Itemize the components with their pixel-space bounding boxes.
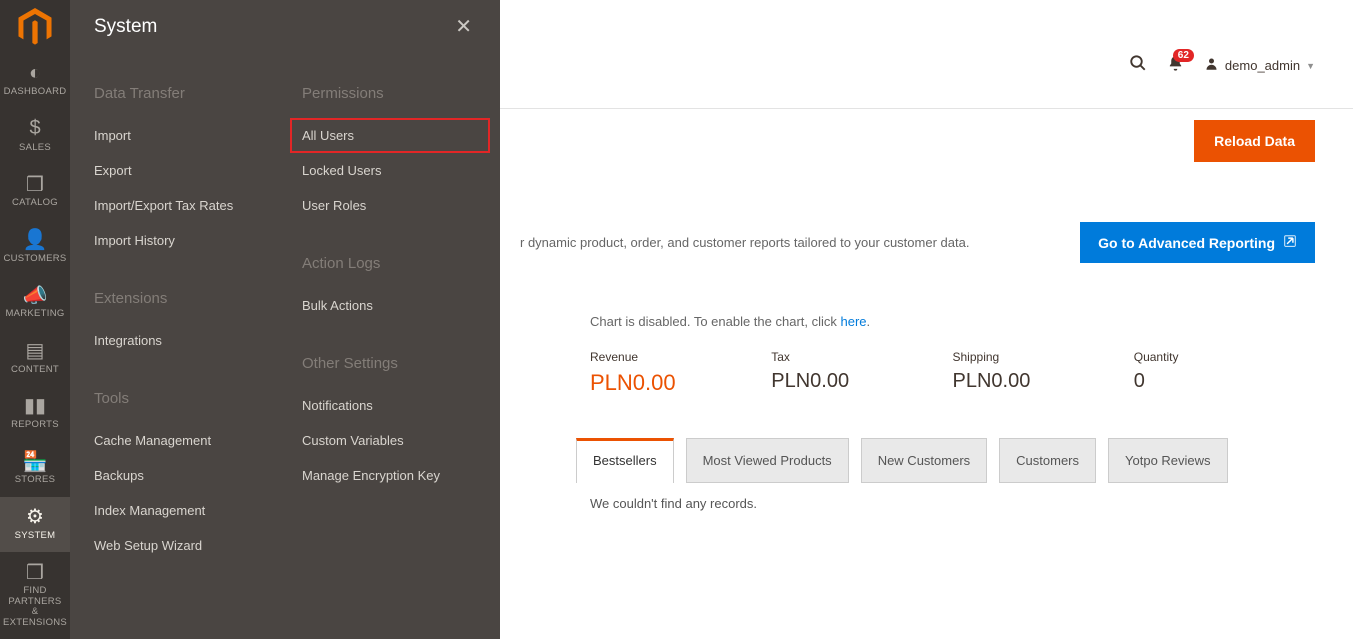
kpi-shipping: Shipping PLN0.00: [953, 350, 1134, 396]
flyout-link-locked-users[interactable]: Locked Users: [302, 153, 478, 188]
nav-label: REPORTS: [11, 420, 59, 430]
flyout-link-cache-management[interactable]: Cache Management: [94, 423, 270, 458]
nav-item-system[interactable]: ⚙ SYSTEM: [0, 497, 70, 552]
flyout-link-export[interactable]: Export: [94, 153, 270, 188]
nav-icon: $: [29, 118, 40, 140]
external-link-icon: [1283, 234, 1297, 251]
kpi-label: Revenue: [590, 350, 771, 364]
flyout-link-import-export-tax-rates[interactable]: Import/Export Tax Rates: [94, 188, 270, 223]
kpi-tax: Tax PLN0.00: [771, 350, 952, 396]
chart-disabled-pre: Chart is disabled. To enable the chart, …: [590, 314, 841, 329]
kpi-value: PLN0.00: [590, 370, 771, 396]
nav-item-stores[interactable]: 🏪 STORES: [0, 441, 70, 496]
flyout-link-web-setup-wizard[interactable]: Web Setup Wizard: [94, 528, 270, 563]
flyout-link-backups[interactable]: Backups: [94, 458, 270, 493]
system-flyout: System ✕ Data TransferImportExportImport…: [70, 0, 500, 639]
advanced-reporting-label: Go to Advanced Reporting: [1098, 235, 1275, 251]
nav-item-dashboard[interactable]: ◐ DASHBOARD: [0, 53, 70, 108]
nav-label: SALES: [19, 143, 51, 153]
tab-new-customers[interactable]: New Customers: [861, 438, 987, 483]
tab-bestsellers[interactable]: Bestsellers: [576, 438, 674, 483]
flyout-link-import[interactable]: Import: [94, 118, 270, 153]
nav-item-marketing[interactable]: 📣 MARKETING: [0, 275, 70, 330]
kpi-row: RevenuePLN0.00TaxPLN0.00ShippingPLN0.00Q…: [590, 350, 1315, 396]
top-bar: 62 demo_admin ▼: [1129, 54, 1315, 77]
flyout-column-2: Permissions All UsersLocked UsersUser Rol…: [292, 59, 500, 563]
flyout-link-notifications[interactable]: Notifications: [302, 388, 478, 423]
tabs: Bestsellers Most Viewed Products New Custo…: [576, 438, 1228, 483]
flyout-group-data-transfer: Data Transfer: [94, 85, 270, 102]
flyout-link-index-management[interactable]: Index Management: [94, 493, 270, 528]
flyout-group-extensions: Extensions: [94, 290, 270, 307]
kpi-revenue: Revenue PLN0.00: [590, 350, 771, 396]
flyout-link-custom-variables[interactable]: Custom Variables: [302, 423, 478, 458]
nav-label: STORES: [15, 475, 56, 485]
close-icon[interactable]: ✕: [455, 14, 472, 39]
nav-icon: ◐: [29, 62, 41, 84]
nav-label: DASHBOARD: [4, 87, 67, 97]
flyout-column-1: Data Transfer ImportExportImport/Export T…: [70, 59, 292, 563]
flyout-title: System: [94, 16, 157, 38]
flyout-link-import-history[interactable]: Import History: [94, 223, 270, 258]
tab-customers[interactable]: Customers: [999, 438, 1096, 483]
kpi-value: 0: [1134, 370, 1315, 393]
notifications-icon[interactable]: 62: [1167, 55, 1184, 77]
nav-item-find-partners[interactable]: ❒ FIND PARTNERS & EXTENSIONS: [0, 552, 70, 639]
nav-icon: ▮▮: [24, 395, 46, 417]
nav-icon: ❒: [26, 173, 44, 195]
nav-icon: ▤: [26, 340, 45, 362]
flyout-link-bulk-actions[interactable]: Bulk Actions: [302, 288, 478, 323]
nav-icon: 📣: [23, 284, 48, 306]
nav-item-content[interactable]: ▤ CONTENT: [0, 331, 70, 386]
admin-nav: ◐ DASHBOARD $ SALES ❒ CATALOG 👤 CUSTOMERS 📣 MARKE…: [0, 0, 70, 639]
nav-item-sales[interactable]: $ SALES: [0, 109, 70, 164]
enable-chart-link[interactable]: here: [841, 314, 867, 329]
nav-label: FIND PARTNERS & EXTENSIONS: [0, 586, 70, 628]
flyout-group-action-logs: Action Logs: [302, 255, 478, 272]
flyout-link-user-roles[interactable]: User Roles: [302, 188, 478, 223]
chart-disabled-post: .: [867, 314, 871, 329]
kpi-value: PLN0.00: [771, 370, 952, 393]
flyout-link-integrations[interactable]: Integrations: [94, 323, 270, 358]
kpi-label: Tax: [771, 350, 952, 364]
reload-data-button[interactable]: Reload Data: [1194, 120, 1315, 162]
kpi-value: PLN0.00: [953, 370, 1134, 393]
flyout-group-tools: Tools: [94, 390, 270, 407]
nav-icon: 🏪: [23, 450, 48, 472]
advanced-reporting-button[interactable]: Go to Advanced Reporting: [1080, 222, 1315, 263]
chevron-down-icon: ▼: [1306, 61, 1315, 71]
nav-item-reports[interactable]: ▮▮ REPORTS: [0, 386, 70, 441]
flyout-group-other-settings: Other Settings: [302, 355, 478, 372]
notification-badge: 62: [1173, 49, 1194, 62]
nav-label: CATALOG: [12, 198, 58, 208]
nav-icon: ❒: [26, 561, 44, 583]
kpi-label: Shipping: [953, 350, 1134, 364]
nav-label: CUSTOMERS: [3, 254, 66, 264]
search-icon[interactable]: [1129, 54, 1147, 77]
tab-yotpo-reviews[interactable]: Yotpo Reviews: [1108, 438, 1228, 483]
kpi-quantity: Quantity 0: [1134, 350, 1315, 396]
flyout-link-all-users[interactable]: All Users: [290, 118, 490, 153]
flyout-link-manage-encryption-key[interactable]: Manage Encryption Key: [302, 458, 478, 493]
username: demo_admin: [1225, 58, 1300, 73]
nav-icon: ⚙: [26, 506, 44, 528]
chart-disabled-message: Chart is disabled. To enable the chart, …: [590, 314, 870, 329]
nav-item-customers[interactable]: 👤 CUSTOMERS: [0, 220, 70, 275]
kpi-label: Quantity: [1134, 350, 1315, 364]
tab-most-viewed-products[interactable]: Most Viewed Products: [686, 438, 849, 483]
magento-logo[interactable]: [0, 0, 70, 53]
user-menu[interactable]: demo_admin ▼: [1204, 56, 1315, 75]
nav-icon: 👤: [23, 229, 48, 251]
nav-label: CONTENT: [11, 365, 59, 375]
nav-item-catalog[interactable]: ❒ CATALOG: [0, 164, 70, 219]
nav-label: SYSTEM: [15, 531, 56, 541]
no-records-message: We couldn't find any records.: [590, 496, 757, 511]
nav-label: MARKETING: [5, 309, 64, 319]
user-icon: [1204, 56, 1219, 75]
flyout-group-permissions: Permissions: [302, 85, 478, 102]
